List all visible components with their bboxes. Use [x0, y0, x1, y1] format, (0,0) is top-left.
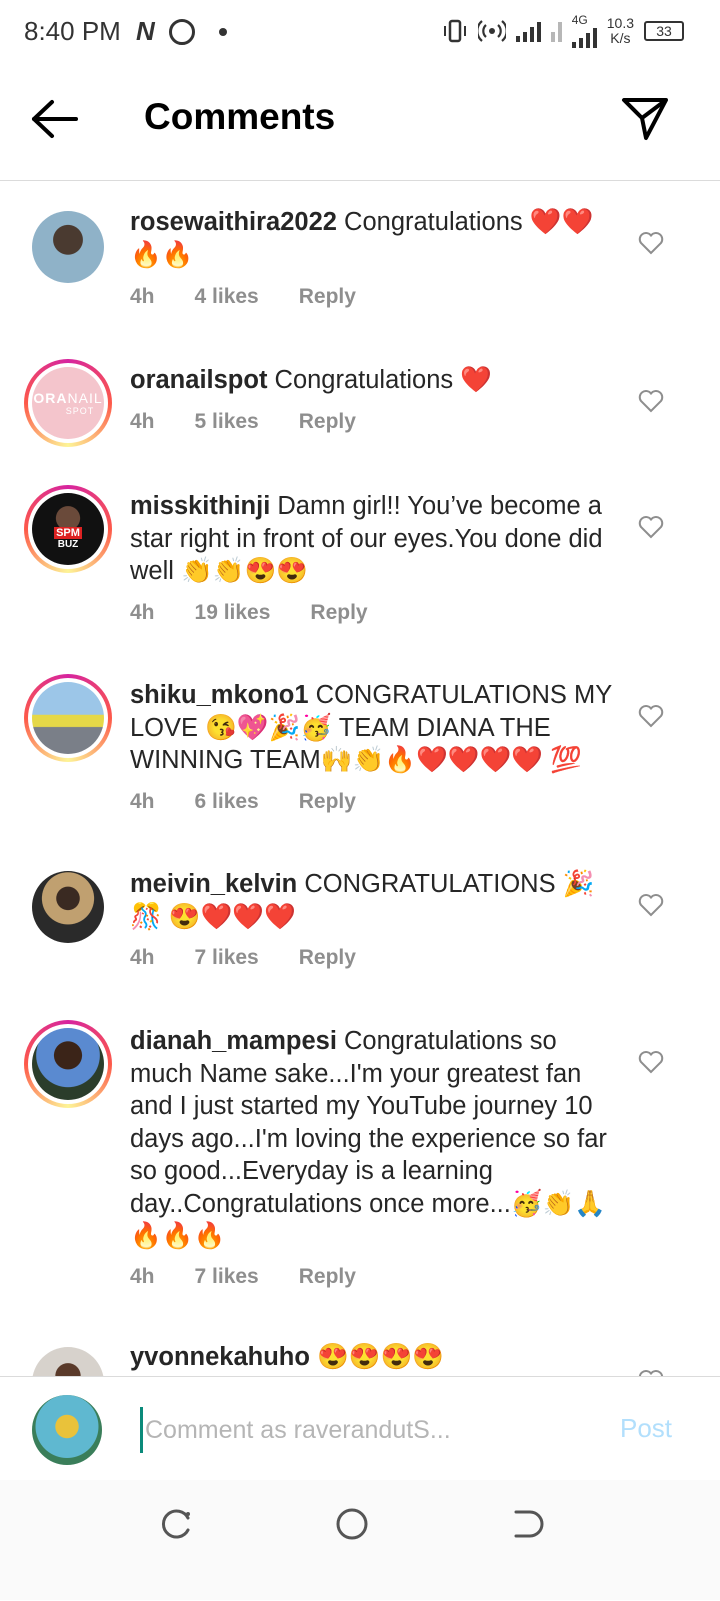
- heart-icon[interactable]: [638, 389, 664, 413]
- comment-likes[interactable]: 4 likes: [195, 285, 259, 309]
- more-notifications-icon: [218, 27, 227, 36]
- header: Comments: [0, 64, 720, 181]
- avatar[interactable]: [32, 211, 104, 283]
- comment-text: 😍😍😍😍: [317, 1343, 445, 1371]
- comment-time: 4h: [130, 601, 155, 624]
- comment-input[interactable]: [140, 1407, 587, 1453]
- status-bar: 8:40 PM N 4G 10.3 K/s 33: [0, 0, 720, 64]
- page-title: Comments: [144, 96, 336, 137]
- comment-time: 4h: [130, 1265, 155, 1288]
- vibrate-icon: [443, 19, 466, 43]
- reply-button[interactable]: Reply: [299, 790, 356, 814]
- signal-icon: [515, 20, 541, 42]
- heart-icon[interactable]: [638, 1369, 664, 1376]
- post-button[interactable]: Post: [620, 1413, 672, 1444]
- network-type: 4G: [571, 13, 588, 27]
- heart-icon[interactable]: [638, 515, 664, 539]
- story-ring[interactable]: [24, 674, 112, 762]
- avatar: ORANAIL SPOT: [32, 367, 104, 439]
- comment-text: Congratulations ❤️: [274, 366, 492, 394]
- reply-button[interactable]: Reply: [299, 410, 356, 434]
- signal-4g-icon: [571, 26, 597, 48]
- avatar[interactable]: [32, 871, 104, 943]
- comment-text: Congratulations so much Name sake...I'm …: [130, 1027, 607, 1250]
- story-ring[interactable]: SPM BUZ: [24, 485, 112, 573]
- heart-icon[interactable]: [638, 704, 664, 728]
- comment-likes[interactable]: 6 likes: [195, 790, 259, 814]
- reply-button[interactable]: Reply: [299, 1265, 356, 1289]
- home-icon[interactable]: [334, 1506, 370, 1542]
- back-nav-icon[interactable]: [510, 1506, 546, 1542]
- whatsapp-notification-icon: [168, 18, 195, 45]
- story-ring[interactable]: ORANAIL SPOT: [24, 359, 112, 447]
- paper-plane-icon[interactable]: [620, 94, 670, 142]
- comment-time: 4h: [130, 946, 155, 969]
- recent-apps-icon[interactable]: [158, 1506, 194, 1542]
- hotspot-icon: [477, 20, 506, 42]
- comment-likes[interactable]: 7 likes: [195, 946, 259, 970]
- heart-icon[interactable]: [638, 893, 664, 917]
- battery-icon: 33: [644, 21, 684, 41]
- comment-likes[interactable]: 19 likes: [195, 601, 271, 625]
- comment-likes[interactable]: 7 likes: [195, 1265, 259, 1289]
- system-nav-bar: [0, 1480, 720, 1600]
- avatar-logo-text: ORA: [33, 390, 68, 406]
- status-time: 8:40 PM: [24, 16, 121, 46]
- comment-username[interactable]: meivin_kelvin: [130, 870, 297, 898]
- my-avatar: [32, 1395, 102, 1465]
- heart-icon[interactable]: [638, 1050, 664, 1074]
- comment-username[interactable]: misskithinji: [130, 492, 270, 520]
- avatar: SPM BUZ: [32, 493, 104, 565]
- reply-button[interactable]: Reply: [299, 946, 356, 970]
- signal-2-icon: [550, 20, 562, 42]
- reply-button[interactable]: Reply: [299, 285, 356, 309]
- comment-time: 4h: [130, 410, 155, 433]
- comment-username[interactable]: oranailspot: [130, 366, 267, 394]
- story-ring[interactable]: [24, 1020, 112, 1108]
- network-speed: 10.3 K/s: [606, 15, 634, 46]
- comment-username[interactable]: shiku_mkono1: [130, 681, 309, 709]
- comment-time: 4h: [130, 790, 155, 813]
- comment-username[interactable]: dianah_mampesi: [130, 1027, 337, 1055]
- comment-username[interactable]: rosewaithira2022: [130, 208, 337, 236]
- avatar-logo-text: SPM: [54, 526, 82, 539]
- netflix-notification-icon: N: [136, 16, 155, 46]
- comment-time: 4h: [130, 285, 155, 308]
- reply-button[interactable]: Reply: [310, 601, 367, 625]
- comment-likes[interactable]: 5 likes: [195, 410, 259, 434]
- avatar[interactable]: [32, 1347, 104, 1376]
- comments-list: rosewaithira2022 Congratulations ❤️❤️🔥🔥 …: [0, 181, 720, 1376]
- arrow-left-icon[interactable]: [30, 98, 80, 140]
- avatar: [32, 1028, 104, 1100]
- heart-icon[interactable]: [638, 231, 664, 255]
- comment-username[interactable]: yvonnekahuho: [130, 1343, 310, 1371]
- avatar: [32, 682, 104, 754]
